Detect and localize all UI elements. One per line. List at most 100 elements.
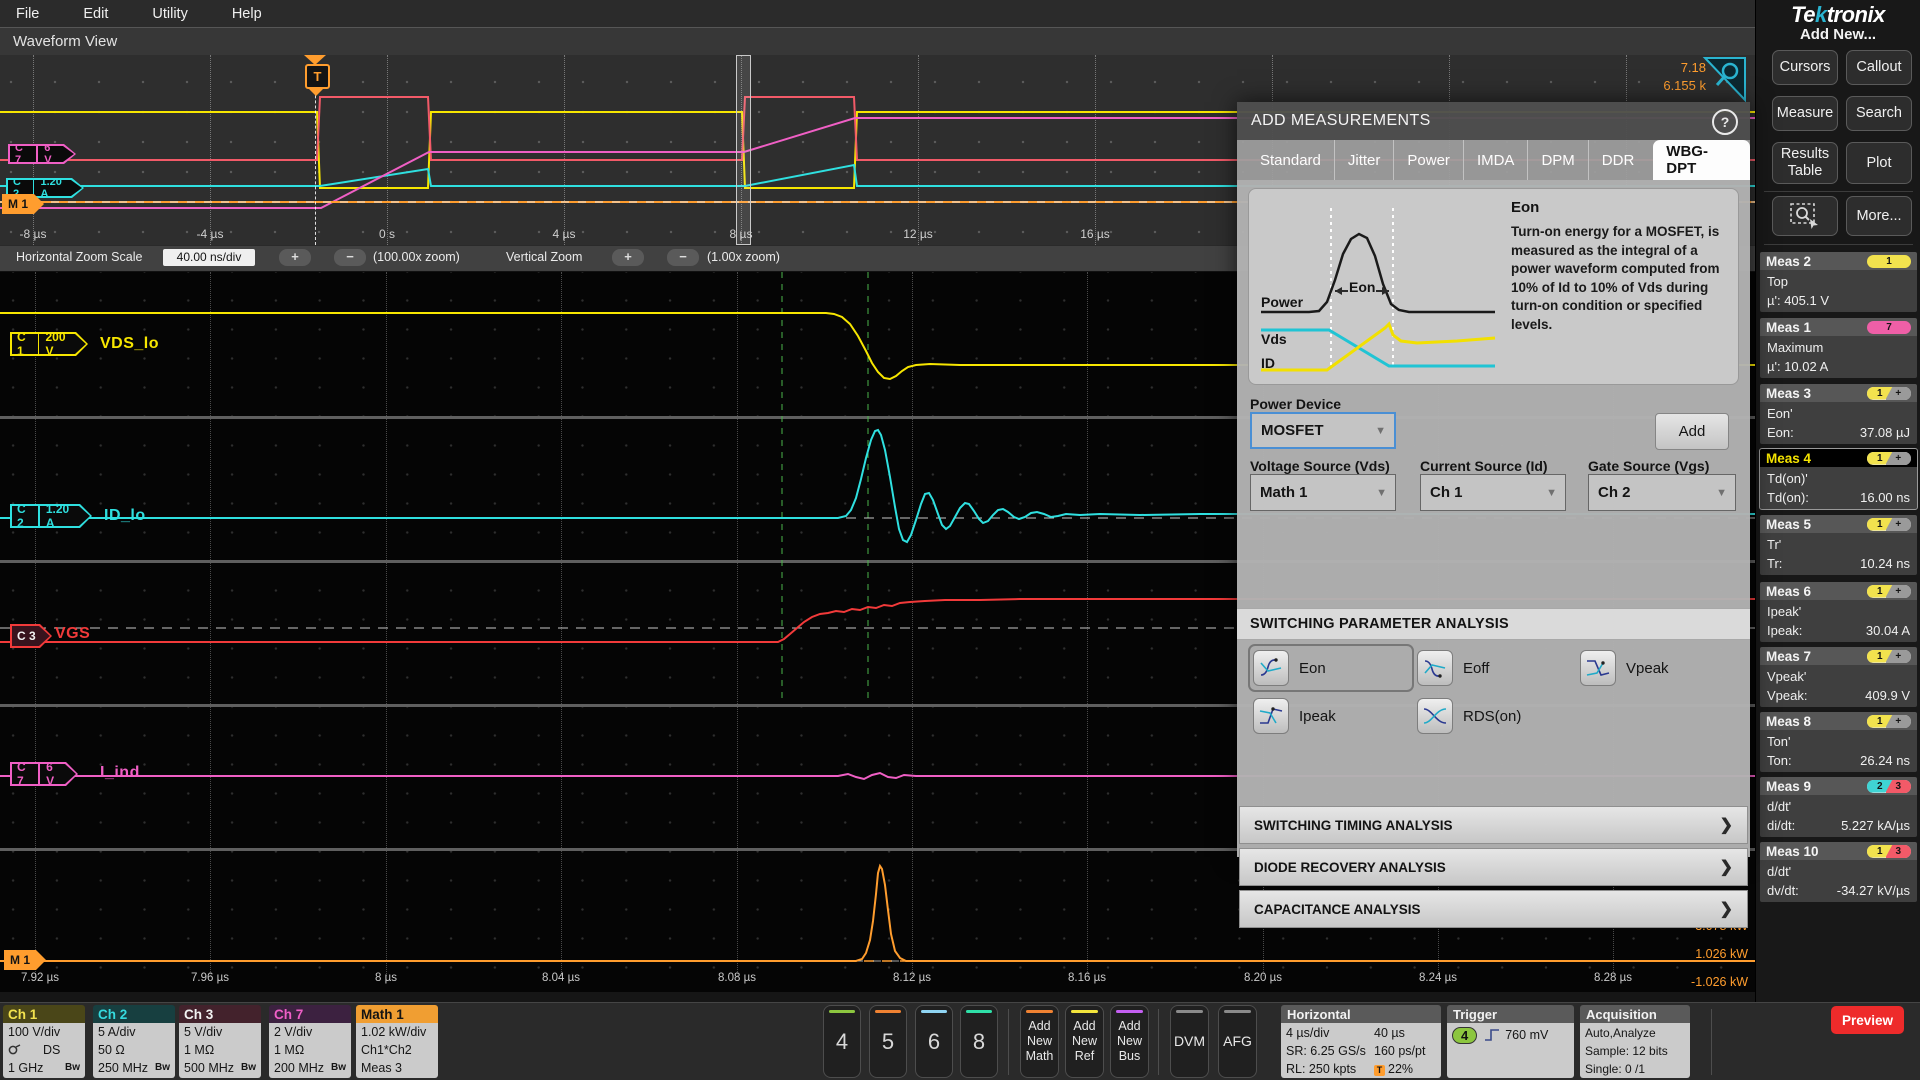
meas-name: Meas 3	[1766, 386, 1811, 401]
meas-9-card[interactable]: Meas 923 d/dt' di/dt:5.227 kA/µs	[1760, 777, 1917, 837]
diode-recovery-analysis-accordion[interactable]: DIODE RECOVERY ANALYSIS❯	[1239, 848, 1748, 886]
channel-name: Ch 7	[274, 1007, 303, 1022]
overview-zoom-icon[interactable]	[1702, 56, 1748, 102]
sample-period: 160 ps/pt	[1374, 1042, 1425, 1060]
v-zoom-plus-button[interactable]: +	[612, 249, 644, 266]
current-source-select[interactable]: Ch 1▼	[1420, 474, 1566, 511]
meas-5-card[interactable]: Meas 51+ Tr' Tr:10.24 ns	[1760, 515, 1917, 575]
badge-id: M 1	[10, 953, 30, 967]
tab-dpm[interactable]: DPM	[1527, 140, 1587, 180]
param-eoff-button[interactable]: Eoff	[1417, 650, 1489, 686]
param-rdson-button[interactable]: RDS(on)	[1417, 698, 1521, 734]
voltage-source-select[interactable]: Math 1▼	[1250, 474, 1396, 511]
tab-wbg-dpt[interactable]: WBG-DPT	[1653, 140, 1750, 180]
callout-button[interactable]: Callout	[1846, 50, 1912, 85]
channel-6-button[interactable]: 6	[915, 1005, 953, 1078]
menu-utility[interactable]: Utility	[152, 6, 187, 22]
meas-8-card[interactable]: Meas 81+ Ton' Ton:26.24 ns	[1760, 712, 1917, 772]
channel-color-stripe	[875, 1010, 901, 1013]
horizontal-zoom-scale-label: Horizontal Zoom Scale	[16, 250, 142, 264]
power-device-select[interactable]: MOSFET▼	[1250, 412, 1396, 449]
meas-2-card[interactable]: Meas 21 Top µ': 405.1 V	[1760, 252, 1917, 312]
measure-button[interactable]: Measure	[1772, 96, 1838, 131]
ch7-status-badge[interactable]: Ch 7 2 V/div 1 MΩ 200 MHzBw	[269, 1005, 351, 1078]
meas-1-card[interactable]: Meas 17 Maximum µ': 10.02 A	[1760, 318, 1917, 378]
afg-button[interactable]: AFG	[1218, 1005, 1257, 1078]
meas-7-card[interactable]: Meas 71+ Vpeak' Vpeak:409.9 V	[1760, 647, 1917, 707]
h-zoom-plus-button[interactable]: +	[279, 249, 311, 266]
ch3-status-badge[interactable]: Ch 3 5 V/div 1 MΩ 500 MHzBw	[179, 1005, 261, 1078]
ch1-trace-label[interactable]: VDS_lo	[100, 335, 159, 353]
acq-single-count: Single: 0 /1	[1585, 1060, 1645, 1078]
button-label: Callout	[1856, 59, 1901, 76]
tab-ddr[interactable]: DDR	[1588, 140, 1648, 180]
tab-power[interactable]: Power	[1393, 140, 1463, 180]
param-vpeak-button[interactable]: Vpeak	[1580, 650, 1669, 686]
preview-button[interactable]: Preview	[1831, 1006, 1904, 1034]
tick-label: 8.20 µs	[1226, 972, 1300, 984]
tab-imda[interactable]: IMDA	[1463, 140, 1528, 180]
meas-stat-label: µ': 405.1 V	[1767, 291, 1829, 310]
menu-file[interactable]: File	[16, 6, 39, 22]
switching-parameter-analysis-header: SWITCHING PARAMETER ANALYSIS	[1237, 608, 1750, 640]
ch2-trace-label[interactable]: ID_lo	[104, 507, 146, 525]
badge-id: M 1	[8, 197, 28, 211]
tick-label: 16 µs	[1060, 227, 1130, 241]
ch7-badge[interactable]: C 76 V	[10, 762, 78, 786]
menu-help[interactable]: Help	[232, 6, 262, 22]
add-new-math-button[interactable]: Add New Math	[1020, 1005, 1059, 1078]
math-source: Meas 3	[361, 1059, 402, 1077]
meas-stat-value: 26.24 ns	[1860, 751, 1910, 770]
ch2-badge[interactable]: C 21.20 A	[10, 504, 92, 528]
switching-timing-analysis-accordion[interactable]: SWITCHING TIMING ANALYSIS❯	[1239, 806, 1748, 844]
zoom-window-selector[interactable]	[736, 55, 751, 245]
tab-standard[interactable]: Standard	[1247, 140, 1334, 180]
param-eon-button[interactable]: Eon	[1253, 650, 1326, 686]
v-zoom-minus-button[interactable]: −	[667, 249, 699, 266]
ch3-trace-label[interactable]: VGS	[55, 625, 90, 643]
eoff-icon	[1417, 650, 1453, 686]
chevron-down-icon: ▼	[1546, 487, 1557, 499]
ch1-badge[interactable]: C 1200 V	[10, 332, 88, 356]
channel-4-button[interactable]: 4	[823, 1005, 861, 1078]
ch7-trace-label[interactable]: I_ind	[100, 764, 140, 782]
add-measurements-dialog: ADD MEASUREMENTS ? Standard Jitter Power…	[1237, 102, 1750, 857]
meas-4-card-selected[interactable]: Meas 41+ Td(on)' Td(on):16.00 ns	[1760, 449, 1917, 509]
trigger-panel[interactable]: Trigger 4 760 mV	[1447, 1005, 1574, 1078]
menu-edit[interactable]: Edit	[83, 6, 108, 22]
meas-3-card[interactable]: Meas 31+ Eon' Eon:37.08 µJ	[1760, 384, 1917, 444]
results-table-button[interactable]: Results Table	[1772, 142, 1838, 184]
h-zoom-minus-button[interactable]: −	[334, 249, 366, 266]
horizontal-panel[interactable]: Horizontal 4 µs/div40 µs SR: 6.25 GS/s16…	[1281, 1005, 1441, 1078]
meas-6-card[interactable]: Meas 61+ Ipeak' Ipeak:30.04 A	[1760, 582, 1917, 642]
search-button[interactable]: Search	[1846, 96, 1912, 131]
horizontal-zoom-scale-value[interactable]: 40.00 ns/div	[163, 249, 255, 266]
dvm-button[interactable]: DVM	[1170, 1005, 1209, 1078]
add-new-ref-button[interactable]: Add New Ref	[1065, 1005, 1104, 1078]
capacitance-analysis-accordion[interactable]: CAPACITANCE ANALYSIS❯	[1239, 890, 1748, 928]
plot-button[interactable]: Plot	[1846, 142, 1912, 184]
add-new-bus-button[interactable]: Add New Bus	[1110, 1005, 1149, 1078]
vertical-zoom-label: Vertical Zoom	[506, 250, 582, 264]
cursors-button[interactable]: Cursors	[1772, 50, 1838, 85]
gate-source-select[interactable]: Ch 2▼	[1588, 474, 1736, 511]
zoom-select-button[interactable]	[1772, 196, 1838, 236]
acquisition-panel[interactable]: Acquisition Auto,Analyze Sample: 12 bits…	[1580, 1005, 1690, 1078]
tick-label: 8 µs	[349, 972, 423, 984]
more-button[interactable]: More...	[1846, 196, 1912, 236]
add-button[interactable]: Add	[1655, 413, 1729, 450]
ch1-status-badge[interactable]: Ch 1 100 V/div DS 1 GHzBw	[3, 1005, 85, 1078]
overview-badge-ch7[interactable]: C 76 V	[8, 144, 76, 164]
ch2-status-badge[interactable]: Ch 2 5 A/div 50 Ω 250 MHzBw	[93, 1005, 175, 1078]
help-icon[interactable]: ?	[1712, 109, 1738, 135]
math1-status-badge[interactable]: Math 1 1.02 kW/div Ch1*Ch2 Meas 3	[356, 1005, 438, 1078]
tab-jitter[interactable]: Jitter	[1334, 140, 1394, 180]
param-ipeak-button[interactable]: Ipeak	[1253, 698, 1336, 734]
meas-stat-label: Ipeak:	[1767, 621, 1802, 640]
meas-10-card[interactable]: Meas 1013 d/dt' dv/dt:-34.27 kV/µs	[1760, 842, 1917, 902]
dialog-header[interactable]: ADD MEASUREMENTS	[1237, 102, 1750, 140]
channel-8-button[interactable]: 8	[960, 1005, 998, 1078]
trigger-marker[interactable]: T	[305, 64, 330, 89]
channel-5-button[interactable]: 5	[869, 1005, 907, 1078]
tick-label: 8 µs	[706, 227, 776, 241]
